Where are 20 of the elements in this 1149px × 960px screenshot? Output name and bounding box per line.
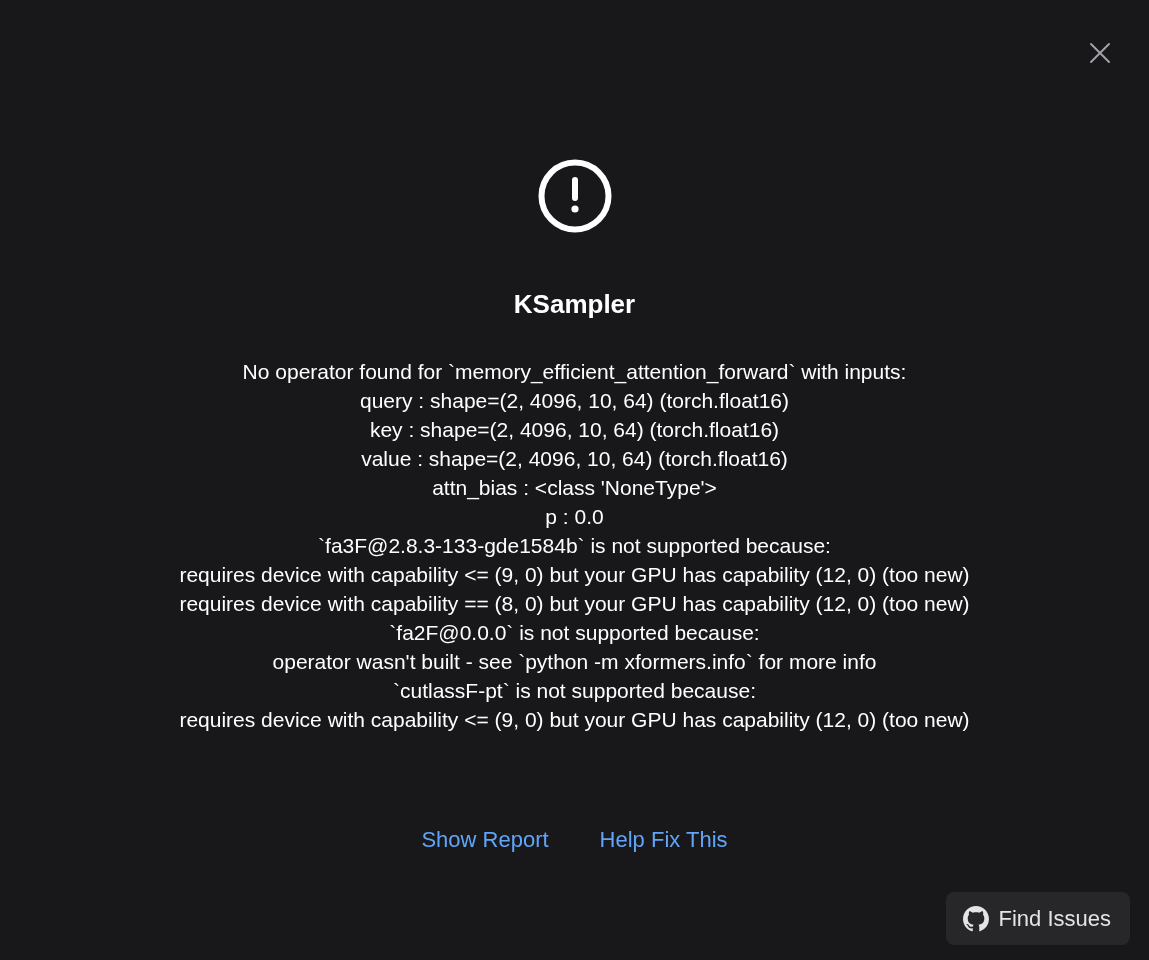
error-message-line: value : shape=(2, 4096, 10, 64) (torch.float16) [361,446,788,472]
error-message-line: key : shape=(2, 4096, 10, 64) (torch.float16) [369,417,780,443]
github-icon [962,905,989,932]
link[interactable]: Help Fix This [599,825,728,854]
error-message-line: attn_bias : <class 'NoneType'> [432,475,717,502]
error-message-line: No operator found for `memory_efficient_attention_forward` with inputs: [242,359,907,386]
error-message-line: p : 0.0 [545,504,604,530]
alert-icon [537,159,612,233]
error-message-line: requires device with capability <= (9, 0) but your GPU has capability (12, 0) (too new) [179,707,970,733]
link[interactable]: Show Report [421,825,549,854]
error-message-line: requires device with capability == (8, 0) but your GPU has capability (12, 0) (too new) [179,591,970,617]
close-icon [1089,42,1111,64]
error-message-line: query : shape=(2, 4096, 10, 64) (torch.float16) [360,388,789,414]
error-message-line: `fa3F@2.8.3-133-gde1584b` is not supported because: [318,533,831,559]
find-issues-button[interactable]: Find Issues [945,892,1130,945]
error-message-line: operator wasn't built - see `python -m xformers.info` for more info [272,649,877,675]
error-message-line: `fa2F@0.0.0` is not supported because: [389,620,760,646]
error-message-line: requires device with capability <= (9, 0) but your GPU has capability (12, 0) (too new) [179,562,970,588]
error-message-line: `cutlassF-pt` is not supported because: [393,678,756,704]
dialog-title: KSampler [513,288,636,320]
